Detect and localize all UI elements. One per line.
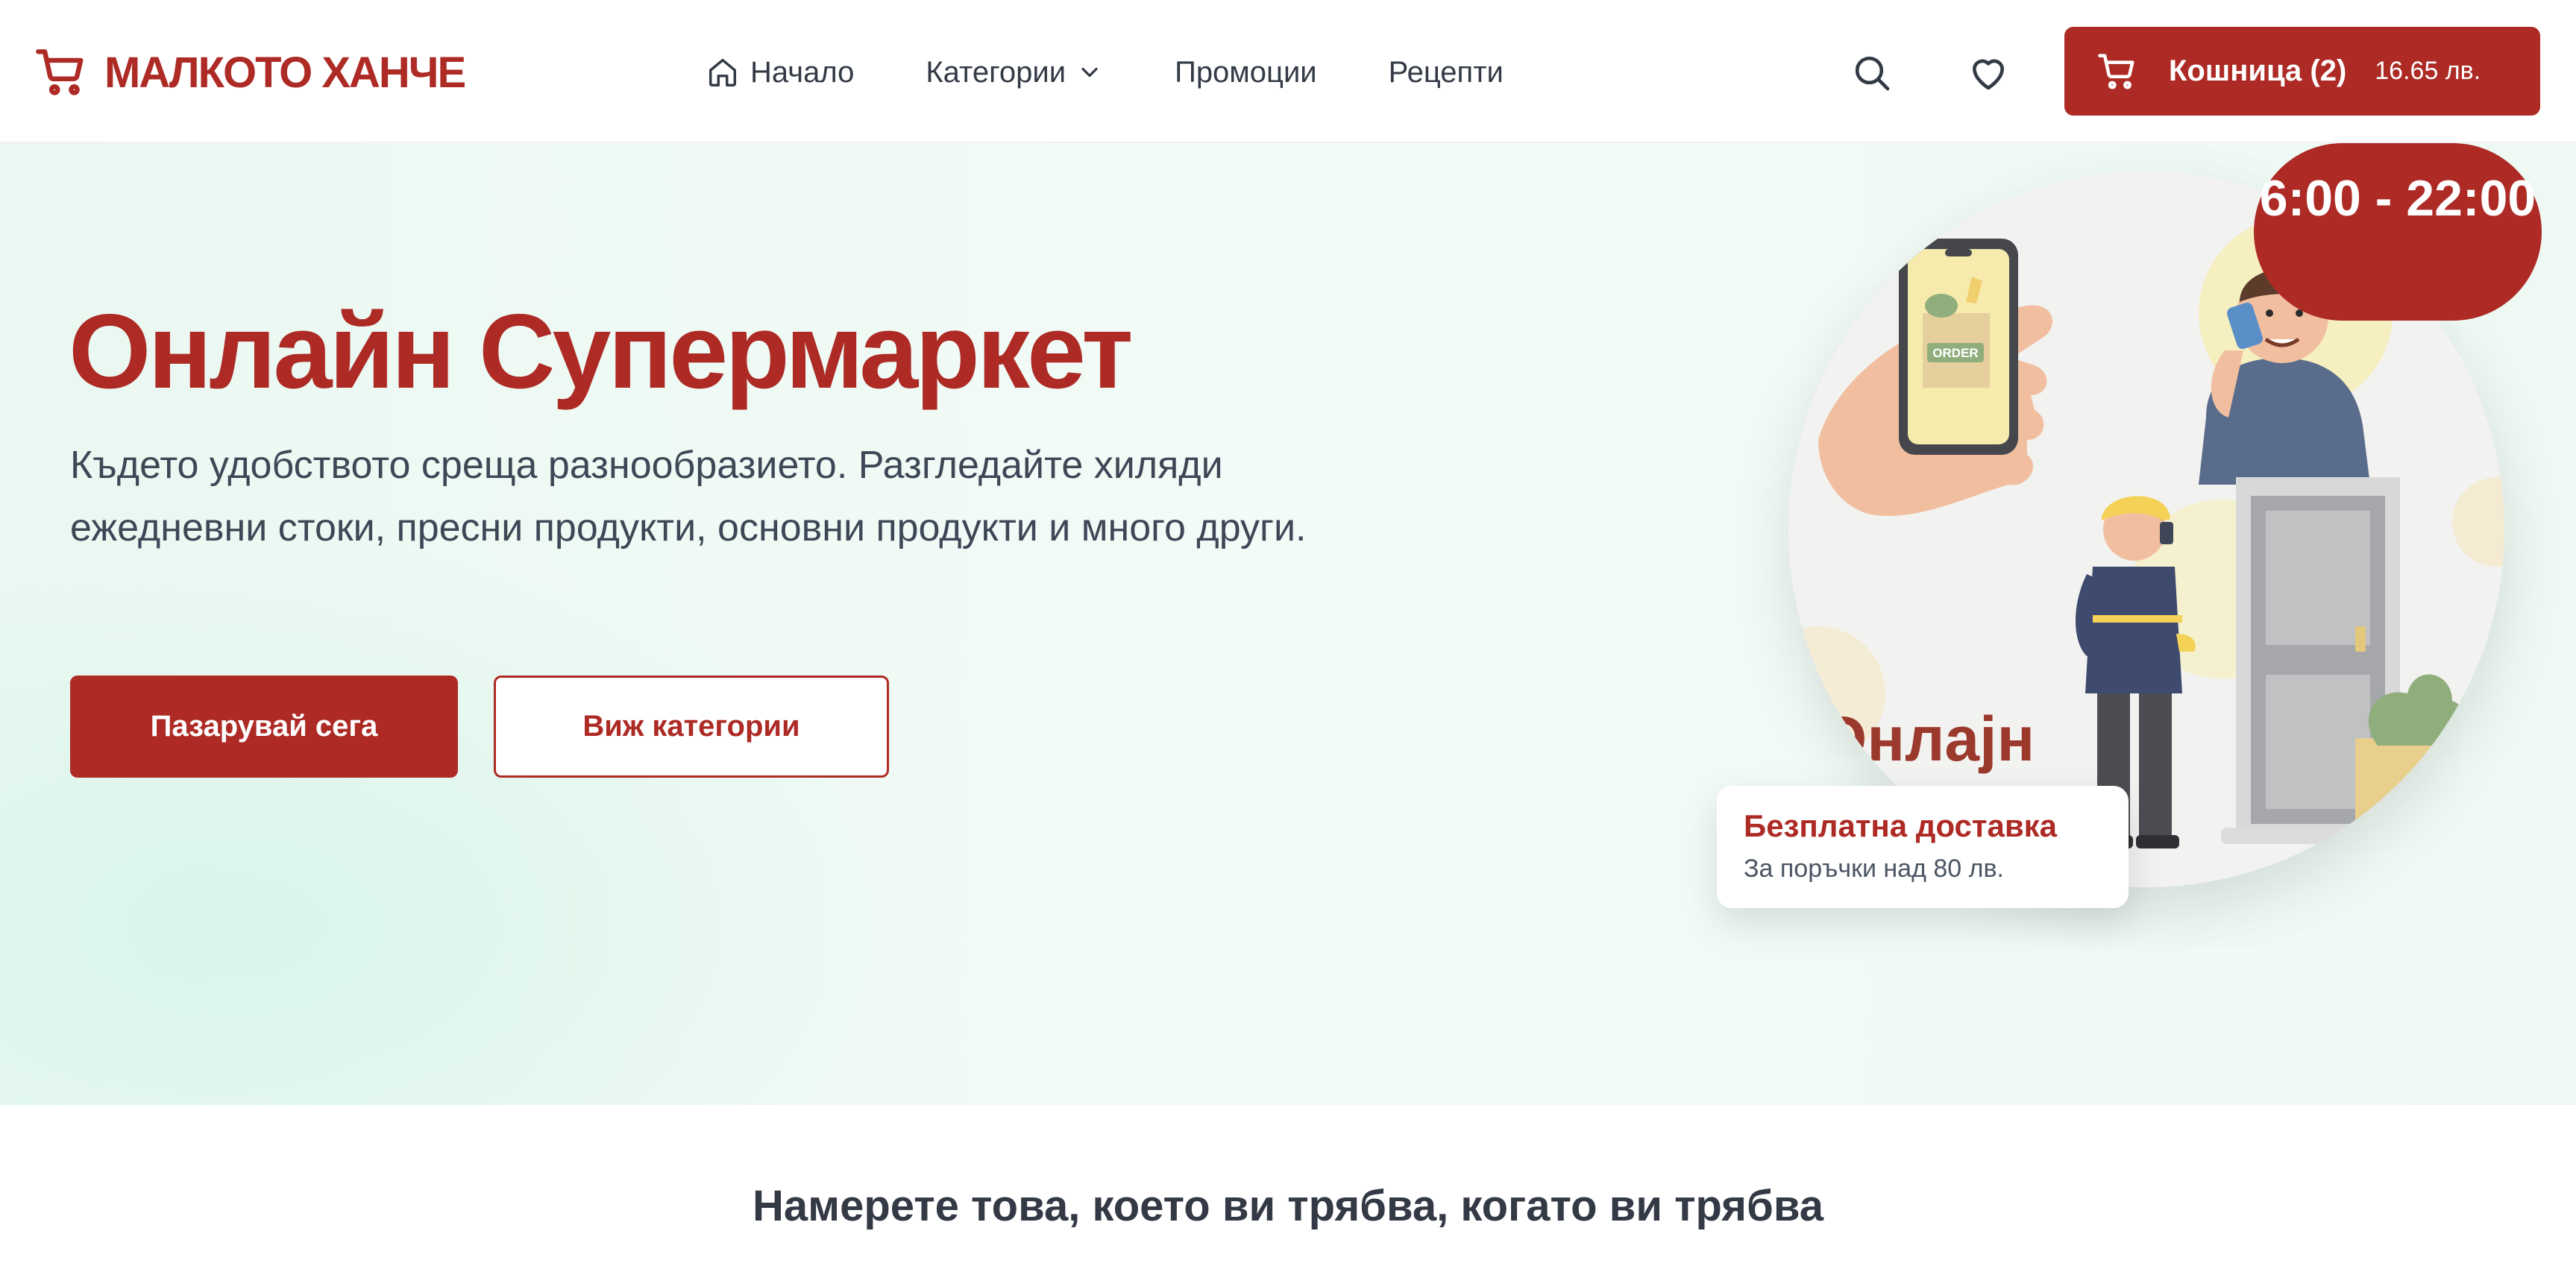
nav-item-promotions[interactable]: Промоции <box>1175 56 1317 89</box>
main-nav: Начало Категории Промоции Рецепти <box>706 46 1504 98</box>
illustration-caption: Онлајн <box>1818 704 2035 774</box>
home-icon <box>709 58 737 86</box>
hero-description: Където удобството среща разнообразието. … <box>70 444 1307 550</box>
cart-icon <box>2098 53 2134 89</box>
favorites-button[interactable] <box>1958 43 2018 103</box>
free-delivery-card: Безплатна доставка За поръчки над 80 лв. <box>1717 786 2129 908</box>
nav-item-home[interactable]: Начало <box>706 55 854 89</box>
cart-total: 16.65 лв. <box>2375 57 2481 85</box>
opening-hours-badge: 6:00 - 22:00 <box>2254 143 2542 321</box>
heart-icon <box>1973 59 2004 90</box>
nav-item-label: Рецепти <box>1388 55 1504 89</box>
search-icon <box>1855 56 1890 91</box>
chevron-down-icon <box>1081 67 1098 78</box>
free-delivery-subtitle: За поръчки над 80 лв. <box>1744 854 2004 883</box>
cart-label: Кошница (2) <box>2169 54 2347 87</box>
nav-item-recipes[interactable]: Рецепти <box>1389 56 1504 89</box>
brand-name: МАЛКОТО ХАНЧЕ <box>104 48 466 97</box>
view-categories-button[interactable]: Виж категории <box>494 676 889 778</box>
section-title: Намерете това, което ви трябва, когато в… <box>753 1182 1823 1230</box>
cart-button[interactable]: Кошница (2) 16.65 лв. <box>2064 27 2540 116</box>
opening-hours: 6:00 - 22:00 <box>2259 170 2536 227</box>
nav-item-label: Категории <box>926 55 1066 89</box>
cart-icon <box>36 49 84 95</box>
site-header: МАЛКОТО ХАНЧЕ Начало Категории Промоции … <box>0 0 2576 143</box>
nav-item-categories[interactable]: Категории <box>926 56 1103 89</box>
brand-logo[interactable]: МАЛКОТО ХАНЧЕ <box>34 46 466 98</box>
nav-item-label: Промоции <box>1175 55 1317 89</box>
order-label: ORDER <box>1932 346 1978 360</box>
hero-title: Онлайн Супермаркет <box>69 292 1134 411</box>
nav-item-label: Начало <box>750 55 855 89</box>
free-delivery-title: Безплатна доставка <box>1744 808 2058 843</box>
shop-now-button[interactable]: Пазарувай сега <box>70 676 458 778</box>
hero-section: Онлайн Супермаркет Където удобството сре… <box>0 143 2576 1105</box>
search-button[interactable] <box>1842 43 1902 103</box>
